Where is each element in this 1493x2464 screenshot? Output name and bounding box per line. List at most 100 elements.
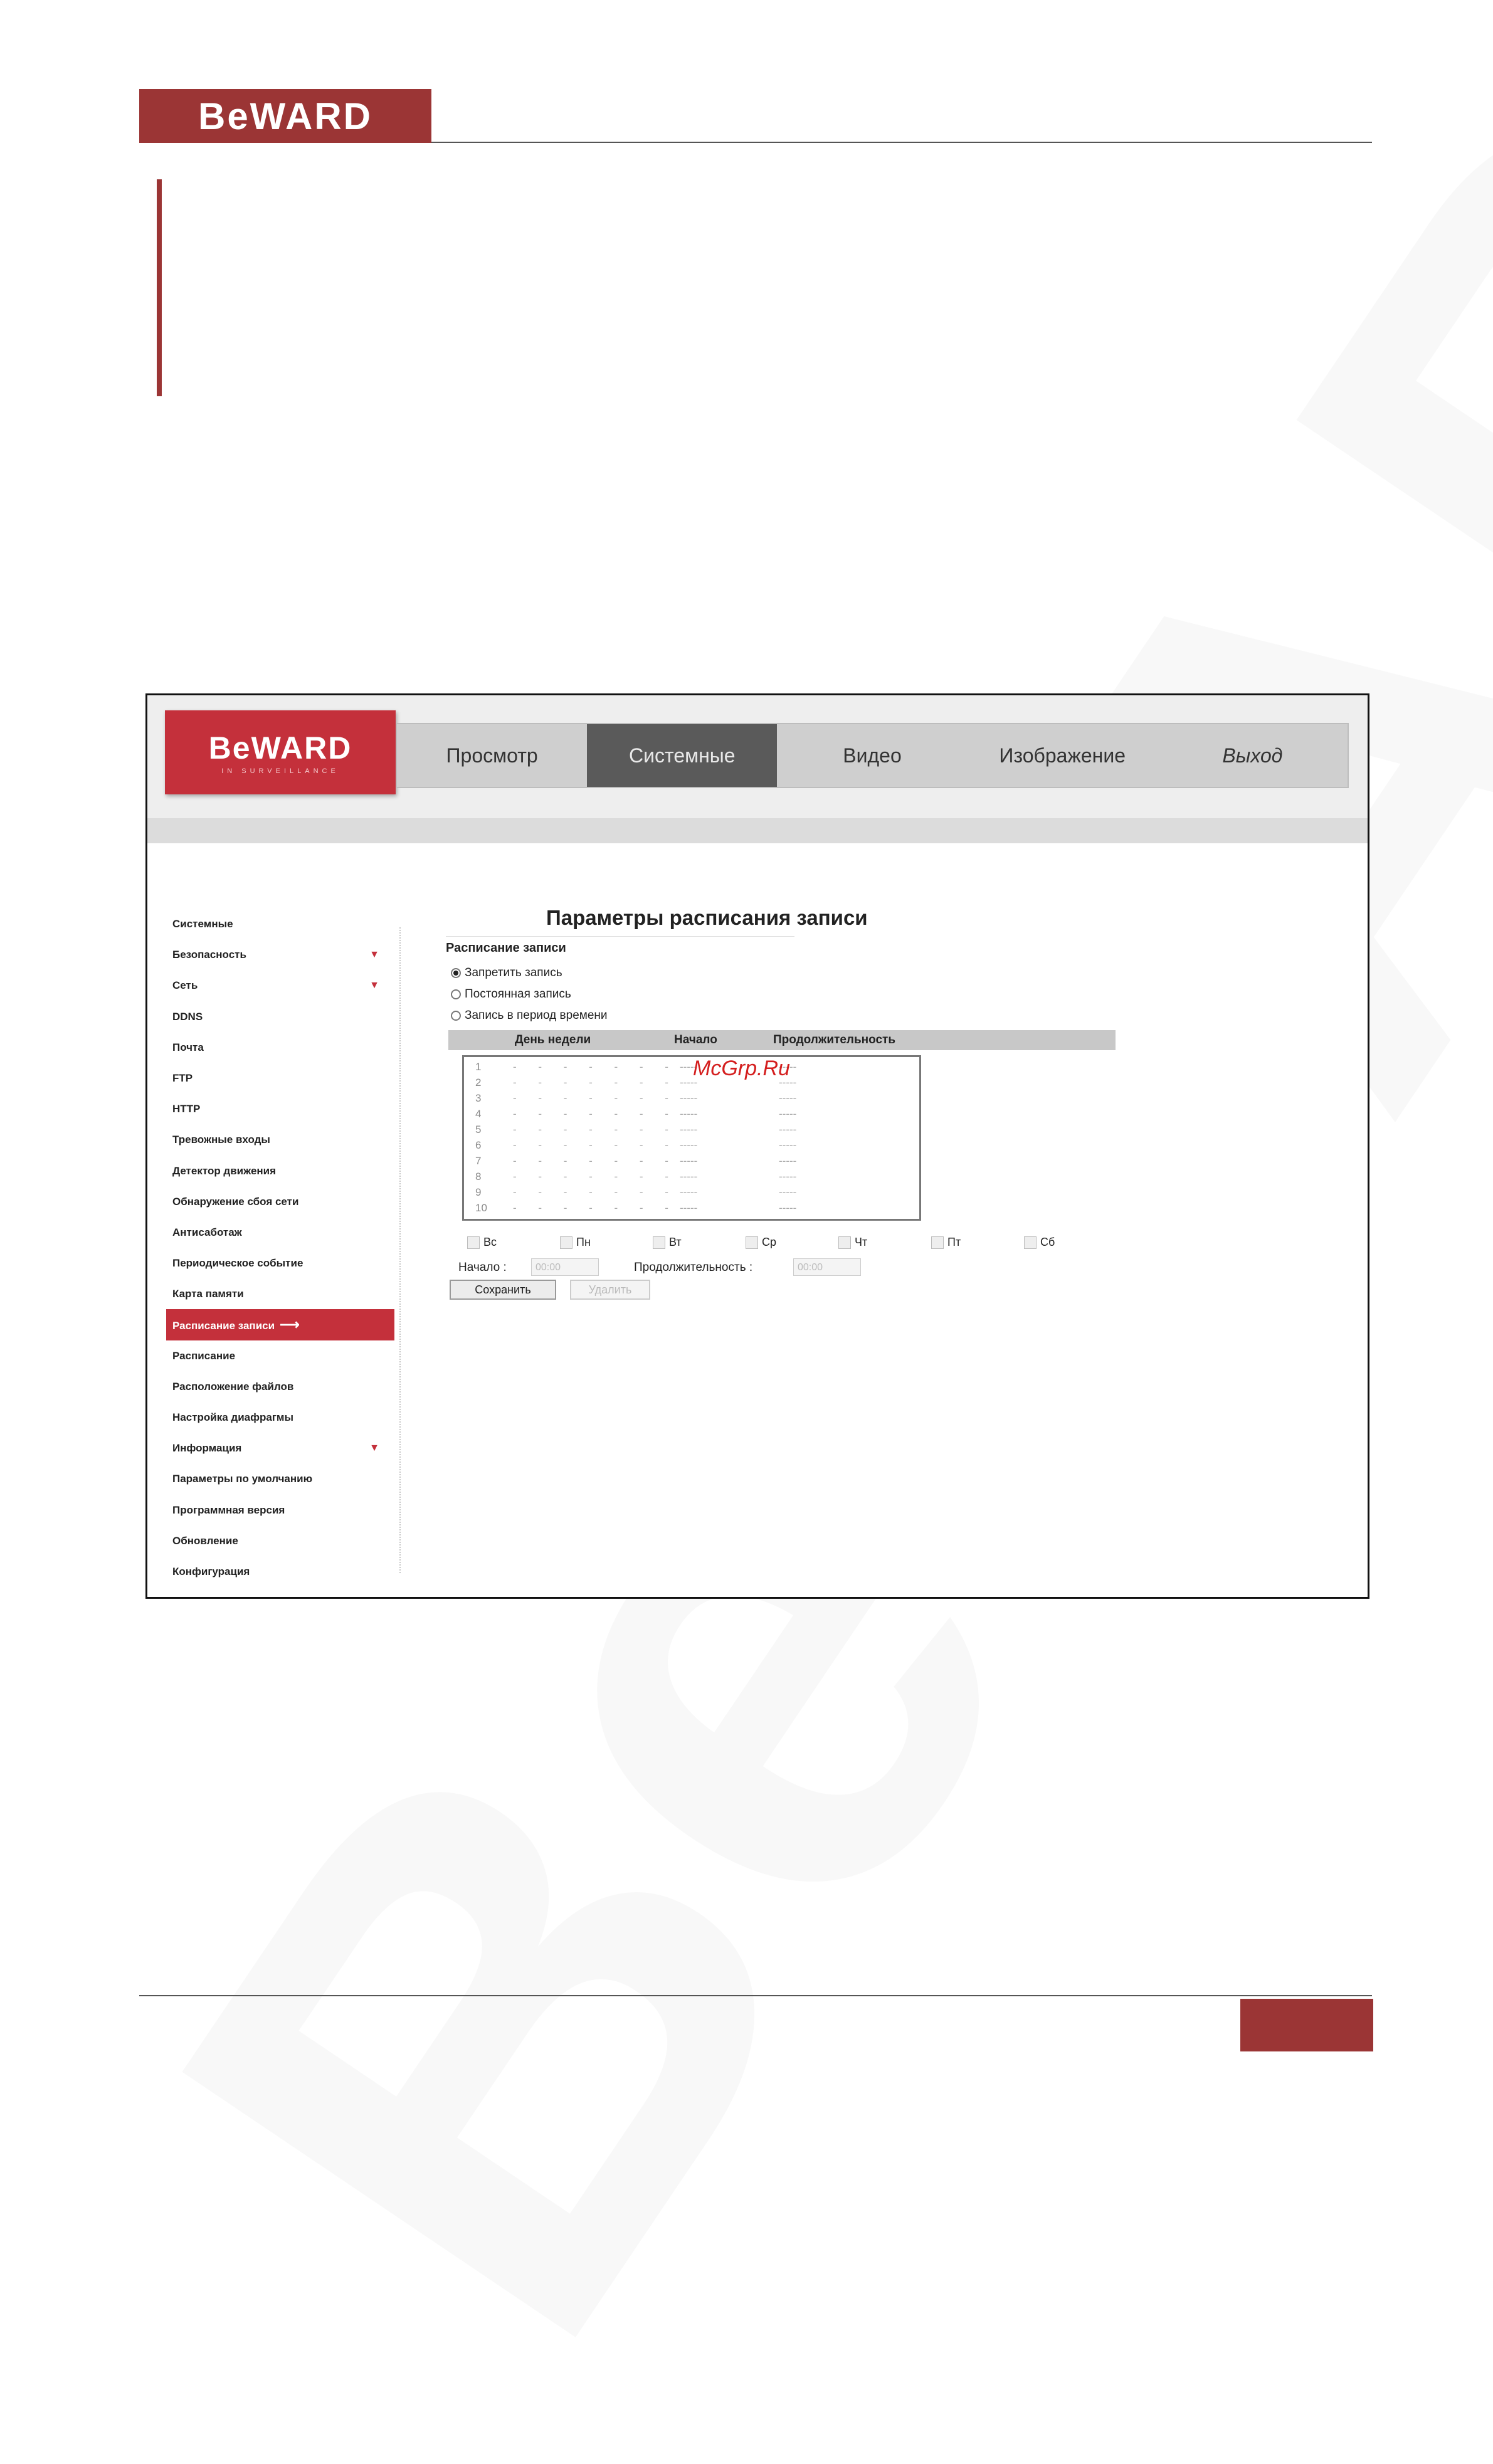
day-checkbox-wed[interactable]: Ср	[746, 1236, 776, 1249]
sidebar-item-label: Расписание	[172, 1349, 236, 1362]
sidebar-item-label: Детектор движения	[172, 1164, 277, 1177]
sidebar-item-label: Почта	[172, 1041, 204, 1053]
sidebar-item-firmware-version[interactable]: Программная версия	[170, 1495, 383, 1525]
expand-arrow-icon: ▼	[369, 1443, 379, 1454]
sidebar-item-label: Настройка диафрагмы	[172, 1411, 294, 1423]
header-duration: Продолжительность	[773, 1033, 896, 1046]
sidebar-item-security[interactable]: Безопасность ▼	[170, 939, 383, 970]
sidebar-item-network-failure[interactable]: Обнаружение сбоя сети	[170, 1186, 383, 1217]
sidebar-item-label: Системные	[172, 918, 233, 930]
day-checkbox-mon[interactable]: Пн	[560, 1236, 591, 1249]
day-checkbox-thu[interactable]: Чт	[838, 1236, 867, 1249]
page-title: Параметры расписания записи	[546, 906, 868, 929]
day-label: Чт	[855, 1236, 868, 1248]
list-item[interactable]: 3- - - - - - - ----- -----	[475, 1091, 914, 1106]
sidebar-item-system[interactable]: Системные	[170, 908, 383, 939]
radio-checked-icon	[451, 968, 461, 978]
sidebar-item-label: FTP	[172, 1071, 193, 1084]
footer-rule	[139, 1995, 1372, 1996]
page-header-logo: BeWARD	[139, 89, 431, 143]
radio-label: Постоянная запись	[465, 987, 571, 1001]
sidebar-menu: Системные Безопасность ▼ Сеть ▼ DDNS Почта…	[166, 908, 394, 1587]
sidebar-item-schedule[interactable]: Расписание	[170, 1340, 383, 1371]
radio-continuous-recording[interactable]: Постоянная запись	[451, 987, 571, 1001]
sidebar-item-tamper[interactable]: Антисаботаж	[170, 1217, 383, 1248]
sidebar-item-label: Программная версия	[172, 1503, 285, 1516]
sidebar-item-alarm-inputs[interactable]: Тревожные входы	[170, 1124, 383, 1155]
list-item[interactable]: 5- - - - - - - ----- -----	[475, 1122, 914, 1137]
sidebar-item-label: Антисаботаж	[172, 1226, 242, 1238]
duration-field[interactable]: 00:00	[793, 1258, 861, 1276]
sidebar-item-defaults[interactable]: Параметры по умолчанию	[170, 1463, 383, 1494]
expand-arrow-icon: ▼	[369, 949, 379, 961]
day-checkbox-tue[interactable]: Вт	[653, 1236, 682, 1249]
checkbox-icon	[653, 1236, 665, 1249]
sidebar-item-update[interactable]: Обновление	[170, 1525, 383, 1556]
sidebar-item-label: Расположение файлов	[172, 1380, 294, 1393]
tab-system[interactable]: Системные	[587, 724, 778, 787]
checkbox-icon	[560, 1236, 572, 1249]
list-item[interactable]: 8- - - - - - - ----- -----	[475, 1169, 914, 1184]
weekday-selector: Вс Пн Вт Ср Чт Пт Сб	[467, 1236, 1126, 1253]
sidebar-item-label: HTTP	[172, 1103, 201, 1115]
sidebar-item-label: Сеть	[172, 979, 198, 992]
header-rule	[431, 142, 1372, 143]
sidebar-item-label: Тревожные входы	[172, 1134, 270, 1146]
radio-period-recording[interactable]: Запись в период времени	[451, 1009, 608, 1023]
schedule-list[interactable]: 1- - - - - - - ----- ----- 2- - - - - - --…	[462, 1055, 921, 1221]
sidebar-item-ftp[interactable]: FTP	[170, 1063, 383, 1093]
list-item[interactable]: 10- - - - - - - ----- -----	[475, 1201, 914, 1216]
day-checkbox-sat[interactable]: Сб	[1024, 1236, 1055, 1249]
tab-video[interactable]: Видео	[777, 724, 967, 787]
start-label: Начало :	[458, 1261, 507, 1274]
sidebar-item-label: Параметры по умолчанию	[172, 1473, 313, 1485]
sidebar-item-configuration[interactable]: Конфигурация	[170, 1556, 383, 1587]
list-item[interactable]: 9- - - - - - - ----- -----	[475, 1185, 914, 1200]
sidebar-item-mail[interactable]: Почта	[170, 1032, 383, 1063]
header-start: Начало	[674, 1033, 717, 1046]
list-item[interactable]: 4- - - - - - - ----- -----	[475, 1107, 914, 1122]
sidebar-item-information[interactable]: Информация ▼	[170, 1433, 383, 1463]
main-nav: Просмотр Системные Видео Изображение Вых…	[396, 723, 1349, 788]
sidebar-item-label: Периодическое событие	[172, 1257, 303, 1270]
sidebar-item-motion-detector[interactable]: Детектор движения	[170, 1156, 383, 1186]
tab-logout[interactable]: Выход	[1158, 724, 1348, 787]
radio-label: Запретить запись	[465, 966, 562, 979]
list-item[interactable]: 6- - - - - - - ----- -----	[475, 1138, 914, 1153]
sidebar-item-iris-settings[interactable]: Настройка диафрагмы	[170, 1402, 383, 1433]
tab-image[interactable]: Изображение	[968, 724, 1158, 787]
sidebar-item-http[interactable]: HTTP	[170, 1093, 383, 1124]
day-label: Вт	[669, 1236, 682, 1248]
sidebar-item-label: Карта памяти	[172, 1288, 244, 1300]
page-header-logo-text: BeWARD	[198, 95, 372, 137]
sidebar-item-file-location[interactable]: Расположение файлов	[170, 1371, 383, 1402]
sidebar-item-record-schedule[interactable]: Расписание записи ⟶	[166, 1309, 394, 1340]
checkbox-icon	[1024, 1236, 1037, 1249]
header-day: День недели	[515, 1033, 591, 1046]
sidebar-item-label: Расписание записи	[172, 1320, 275, 1332]
sidebar-item-label: Информация	[172, 1442, 242, 1455]
sidebar-item-memory-card[interactable]: Карта памяти	[170, 1278, 383, 1309]
app-logo-brand: BeWARD	[208, 730, 352, 766]
sidebar-item-label: Конфигурация	[172, 1565, 250, 1577]
sidebar-divider	[399, 927, 401, 1573]
sidebar-item-periodic-event[interactable]: Периодическое событие	[170, 1248, 383, 1278]
list-item[interactable]: 7- - - - - - - ----- -----	[475, 1154, 914, 1169]
sidebar-item-ddns[interactable]: DDNS	[170, 1001, 383, 1032]
day-label: Пн	[576, 1236, 591, 1248]
start-time-field[interactable]: 00:00	[531, 1258, 599, 1276]
day-checkbox-sun[interactable]: Вс	[467, 1236, 497, 1249]
tab-view[interactable]: Просмотр	[397, 724, 587, 787]
checkbox-icon	[838, 1236, 851, 1249]
radio-disable-recording[interactable]: Запретить запись	[451, 966, 562, 980]
app-logo[interactable]: BeWARD IN SURVEILLANCE	[165, 710, 396, 794]
app-logo-subtitle: IN SURVEILLANCE	[221, 767, 339, 775]
delete-button[interactable]: Удалить	[570, 1280, 650, 1300]
save-button[interactable]: Сохранить	[450, 1280, 556, 1300]
day-checkbox-fri[interactable]: Пт	[931, 1236, 961, 1249]
sidebar-item-network[interactable]: Сеть ▼	[170, 970, 383, 1001]
ui-screenshot: BeWARD IN SURVEILLANCE Просмотр Системны…	[145, 693, 1369, 1599]
sidebar-item-label: Безопасность	[172, 949, 246, 961]
checkbox-icon	[931, 1236, 944, 1249]
checkbox-icon	[746, 1236, 758, 1249]
